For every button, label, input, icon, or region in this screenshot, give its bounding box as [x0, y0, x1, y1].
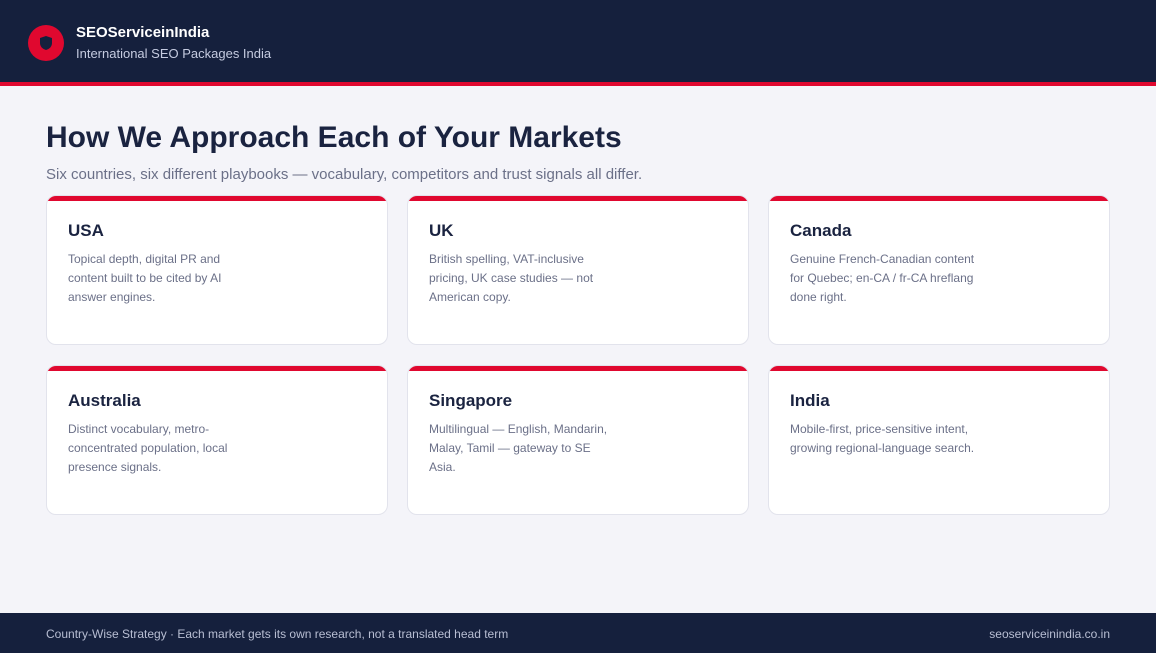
- card-accent-bar: [769, 366, 1109, 371]
- header-accent-bar: [0, 82, 1156, 86]
- card-title: Australia: [68, 391, 141, 410]
- card-body: Mobile-first, price-sensitive intent, gr…: [790, 422, 975, 455]
- market-card-australia: Australia Distinct vocabulary, metro-con…: [46, 365, 388, 515]
- card-title: UK: [429, 221, 454, 240]
- footer-site-url[interactable]: seoserviceinindia.co.in: [989, 627, 1110, 641]
- card-body: Multilingual — English, Mandarin, Malay,…: [429, 422, 608, 474]
- card-body: Topical depth, digital PR and content bu…: [68, 252, 222, 304]
- footer: Country-Wise Strategy · Each market gets…: [0, 613, 1156, 653]
- card-accent-bar: [408, 366, 748, 371]
- card-accent-bar: [408, 196, 748, 201]
- card-accent-bar: [47, 196, 387, 201]
- logo[interactable]: [28, 25, 64, 61]
- card-title: Canada: [790, 221, 852, 240]
- card-title: USA: [68, 221, 104, 240]
- footer-caption: Country-Wise Strategy · Each market gets…: [46, 627, 509, 641]
- card-title: Singapore: [429, 391, 513, 410]
- market-card-usa: USA Topical depth, digital PR and conten…: [46, 195, 388, 345]
- brand-name[interactable]: SEOServiceinIndia: [76, 24, 209, 41]
- market-card-uk: UK British spelling, VAT-inclusive prici…: [407, 195, 749, 345]
- card-accent-bar: [769, 196, 1109, 201]
- shield-icon: [40, 36, 52, 50]
- market-card-canada: Canada Genuine French-Canadian content f…: [768, 195, 1110, 345]
- market-card-singapore: Singapore Multilingual — English, Mandar…: [407, 365, 749, 515]
- card-accent-bar: [47, 366, 387, 371]
- page-subtitle: Six countries, six different playbooks —…: [46, 166, 643, 183]
- brand-tagline: International SEO Packages India: [76, 46, 272, 61]
- header: SEOServiceinIndia International SEO Pack…: [0, 0, 1156, 82]
- market-card-india: India Mobile-first, price-sensitive inte…: [768, 365, 1110, 515]
- card-body: British spelling, VAT-inclusive pricing,…: [429, 252, 594, 304]
- page-title: How We Approach Each of Your Markets: [46, 121, 622, 154]
- card-title: India: [790, 391, 830, 410]
- card-body: Distinct vocabulary, metro-concentrated …: [68, 422, 228, 474]
- card-body: Genuine French-Canadian content for Queb…: [790, 252, 975, 304]
